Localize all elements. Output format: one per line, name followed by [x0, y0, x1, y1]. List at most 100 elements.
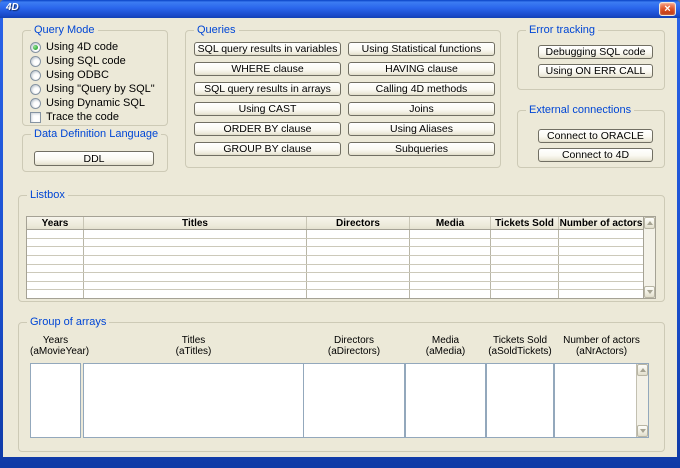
button-where-clause[interactable]: WHERE clause — [194, 62, 341, 76]
table-cell — [84, 273, 307, 281]
button-sql-query-results-in-arrays[interactable]: SQL query results in arrays — [194, 82, 341, 96]
scroll-down-button[interactable] — [644, 286, 655, 298]
button-group-by-clause[interactable]: GROUP BY clause — [194, 142, 341, 156]
table-row[interactable] — [27, 230, 643, 239]
button-subqueries[interactable]: Subqueries — [348, 142, 495, 156]
array-header-tickets-sold: Tickets Sold (aSoldTickets) — [486, 335, 554, 357]
titlebar[interactable]: 4D × — [0, 0, 680, 18]
table-cell — [27, 256, 84, 264]
ddl-button[interactable]: DDL — [34, 151, 154, 166]
array-listbox-number-of-actors[interactable] — [554, 363, 649, 438]
button-debugging-sql-code[interactable]: Debugging SQL code — [538, 45, 653, 59]
button-order-by-clause[interactable]: ORDER BY clause — [194, 122, 341, 136]
radio-using-query-by-sql[interactable]: Using "Query by SQL" — [30, 82, 163, 96]
listbox-vertical-scrollbar[interactable] — [643, 217, 655, 298]
radio-using-dynamic-sql[interactable]: Using Dynamic SQL — [30, 96, 163, 110]
radio-button-icon[interactable] — [30, 98, 41, 109]
table-cell — [27, 290, 84, 298]
array-title: Tickets Sold — [486, 335, 554, 346]
radio-button-icon[interactable] — [30, 70, 41, 81]
table-cell — [27, 282, 84, 290]
column-header-titles[interactable]: Titles — [84, 217, 307, 229]
table-cell — [559, 265, 643, 273]
array-listbox-years[interactable] — [30, 363, 81, 438]
array-listbox-titles[interactable] — [83, 363, 304, 438]
column-header-directors[interactable]: Directors — [307, 217, 410, 229]
checkbox-icon[interactable] — [30, 112, 41, 123]
table-row[interactable] — [27, 239, 643, 248]
array-title: Number of actors — [554, 335, 649, 346]
table-row[interactable] — [27, 247, 643, 256]
array-header-media: Media (aMedia) — [405, 335, 486, 357]
table-cell — [491, 256, 559, 264]
scroll-up-button[interactable] — [644, 217, 655, 229]
radio-using-4d-code[interactable]: Using 4D code — [30, 40, 163, 54]
table-cell — [307, 256, 410, 264]
table-cell — [559, 239, 643, 247]
array-listbox-tickets-sold[interactable] — [486, 363, 554, 438]
arrow-down-icon — [640, 429, 646, 433]
app-window: 4D × Query Mode Using 4D code Using SQL … — [0, 0, 680, 468]
radio-button-icon[interactable] — [30, 56, 41, 67]
ddl-group: Data Definition Language DDL — [22, 134, 168, 172]
column-header-number-of-actors[interactable]: Number of actors — [559, 217, 643, 229]
button-using-on-err-call[interactable]: Using ON ERR CALL — [538, 64, 653, 78]
client-area: Query Mode Using 4D code Using SQL code … — [3, 18, 677, 457]
table-cell — [559, 290, 643, 298]
array-header-directors: Directors (aDirectors) — [303, 335, 405, 357]
radio-label: Using Dynamic SQL — [46, 97, 145, 109]
listbox-table: Years Titles Directors Media Tickets Sol… — [26, 216, 656, 299]
button-connect-to-4d[interactable]: Connect to 4D — [538, 148, 653, 162]
button-using-cast[interactable]: Using CAST — [194, 102, 341, 116]
table-row[interactable] — [27, 256, 643, 265]
radio-using-sql-code[interactable]: Using SQL code — [30, 54, 163, 68]
queries-row: WHERE clause HAVING clause — [194, 62, 495, 76]
queries-group-label: Queries — [194, 24, 239, 36]
table-row[interactable] — [27, 290, 643, 298]
table-cell — [559, 282, 643, 290]
column-header-tickets-sold[interactable]: Tickets Sold — [491, 217, 559, 229]
radio-label: Using SQL code — [46, 55, 126, 67]
array-listbox-directors[interactable] — [303, 363, 405, 438]
table-row[interactable] — [27, 265, 643, 274]
scroll-track[interactable] — [637, 376, 648, 425]
queries-group: Queries SQL query results in variables U… — [185, 30, 501, 168]
window-title: 4D — [6, 2, 19, 13]
button-sql-query-results-in-variables[interactable]: SQL query results in variables — [194, 42, 341, 56]
array-vertical-scrollbar[interactable] — [636, 364, 648, 437]
close-button[interactable]: × — [659, 2, 676, 16]
array-variable-name: (aSoldTickets) — [486, 346, 554, 357]
scroll-down-button[interactable] — [637, 425, 648, 437]
external-connections-buttons: Connect to ORACLE Connect to 4D — [538, 129, 653, 167]
array-column-headers: Years (aMovieYear) Titles (aTitles) Dire… — [30, 335, 649, 357]
table-row[interactable] — [27, 282, 643, 291]
button-connect-to-oracle[interactable]: Connect to ORACLE — [538, 129, 653, 143]
array-listbox-media[interactable] — [405, 363, 486, 438]
queries-row: SQL query results in arrays Calling 4D m… — [194, 82, 495, 96]
button-using-statistical-functions[interactable]: Using Statistical functions — [348, 42, 495, 56]
listbox-group-label: Listbox — [27, 189, 68, 201]
column-header-media[interactable]: Media — [410, 217, 491, 229]
table-cell — [307, 265, 410, 273]
button-joins[interactable]: Joins — [348, 102, 495, 116]
button-having-clause[interactable]: HAVING clause — [348, 62, 495, 76]
button-calling-4d-methods[interactable]: Calling 4D methods — [348, 82, 495, 96]
table-cell — [491, 290, 559, 298]
external-connections-group-label: External connections — [526, 104, 634, 116]
table-cell — [491, 239, 559, 247]
queries-row: ORDER BY clause Using Aliases — [194, 122, 495, 136]
column-header-years[interactable]: Years — [27, 217, 84, 229]
table-row[interactable] — [27, 273, 643, 282]
table-cell — [307, 230, 410, 238]
array-title: Media — [405, 335, 486, 346]
array-header-titles: Titles (aTitles) — [83, 335, 304, 357]
table-cell — [27, 273, 84, 281]
checkbox-trace-the-code[interactable]: Trace the code — [30, 110, 163, 124]
radio-button-icon[interactable] — [30, 84, 41, 95]
scroll-up-button[interactable] — [637, 364, 648, 376]
radio-using-odbc[interactable]: Using ODBC — [30, 68, 163, 82]
table-cell — [559, 230, 643, 238]
scroll-track[interactable] — [644, 229, 655, 286]
radio-button-icon[interactable] — [30, 42, 41, 53]
button-using-aliases[interactable]: Using Aliases — [348, 122, 495, 136]
